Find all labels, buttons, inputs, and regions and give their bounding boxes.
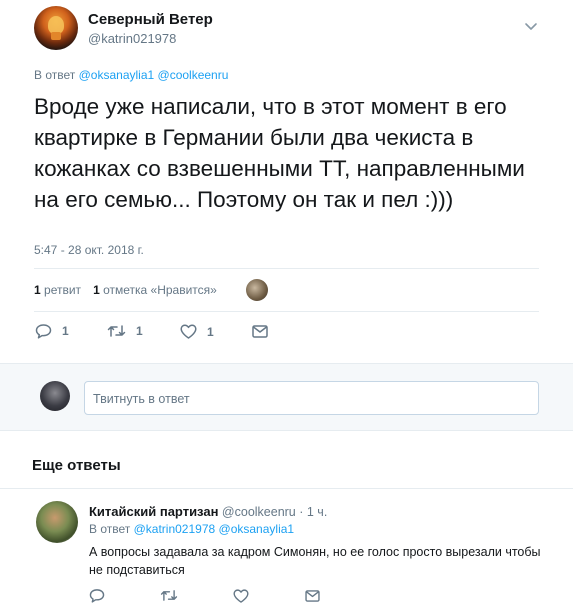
mention-link[interactable]: @oksanaylia1 (79, 68, 155, 82)
retweet-stat-label: ретвит (44, 283, 82, 297)
reply-context: В ответ @oksanaylia1 @coolkeenru (34, 68, 228, 82)
heart-icon (233, 589, 249, 603)
divider (34, 268, 539, 269)
divider (34, 311, 539, 312)
user-handle[interactable]: @katrin021978 (88, 31, 176, 46)
retweet-icon (107, 325, 126, 337)
reply-input[interactable]: Твитнуть в ответ (84, 381, 539, 415)
reply-time[interactable]: · 1 ч. (299, 505, 327, 519)
reply-compose-bar: Твитнуть в ответ (0, 363, 573, 431)
mention-link[interactable]: @coolkeenru (158, 68, 229, 82)
like-count: 1 (207, 324, 214, 339)
retweet-icon (160, 590, 178, 601)
reply-prefix: В ответ (34, 68, 76, 82)
envelope-icon (252, 325, 268, 338)
reply-user-name[interactable]: Китайский партизан (89, 504, 218, 519)
like-stat[interactable]: 1 отметка «Нравится» (93, 283, 217, 297)
reply-icon (35, 324, 52, 339)
mention-link[interactable]: @katrin021978 (134, 522, 216, 536)
heart-icon (180, 324, 197, 339)
reply-count: 1 (62, 324, 69, 338)
tweet-text: Вроде уже написали, что в этот момент в … (34, 94, 525, 212)
main-tweet: Северный Ветер @katrin021978 В ответ @ok… (0, 0, 573, 362)
retweet-stat[interactable]: 1 ретвит (34, 283, 81, 297)
liker-avatar[interactable] (246, 279, 268, 301)
reply-text: А вопросы задавала за кадром Симонян, но… (89, 545, 541, 577)
user-name[interactable]: Северный Ветер (88, 11, 213, 28)
reply-button[interactable]: 1 (35, 323, 69, 339)
tweet-timestamp[interactable]: 5:47 - 28 окт. 2018 г. (34, 243, 144, 257)
direct-message-button[interactable] (252, 325, 268, 338)
mention-link[interactable]: @oksanaylia1 (219, 522, 295, 536)
like-button[interactable]: 1 (180, 324, 214, 339)
reply-user-avatar[interactable] (36, 501, 78, 543)
retweet-stat-count: 1 (34, 283, 41, 297)
retweet-button[interactable]: 1 (107, 324, 143, 338)
reply-retweet-button[interactable] (160, 589, 178, 602)
envelope-icon (305, 590, 320, 602)
like-stat-label: отметка «Нравится» (103, 283, 217, 297)
reply-message-button[interactable] (305, 590, 320, 602)
reply-prefix: В ответ (89, 522, 131, 536)
reply-context: В ответ @katrin021978 @oksanaylia1 (89, 522, 294, 536)
more-replies-heading: Еще ответы (32, 457, 121, 474)
avatar-jaw-shape (51, 32, 61, 40)
reply-tweet[interactable]: Китайский партизан @coolkeenru · 1 ч. В … (0, 489, 573, 611)
chevron-down-icon[interactable] (524, 19, 538, 33)
tweet-stats: 1 ретвит 1 отметка «Нравится» (34, 283, 217, 297)
reply-like-button[interactable] (233, 589, 249, 603)
reply-reply-button[interactable] (89, 588, 105, 603)
reply-header: Китайский партизан @coolkeenru · 1 ч. (89, 504, 327, 519)
retweet-count: 1 (136, 324, 143, 338)
user-avatar[interactable] (34, 6, 78, 50)
reply-user-handle[interactable]: @coolkeenru (222, 505, 296, 519)
reply-icon (89, 589, 105, 603)
like-stat-count: 1 (93, 283, 100, 297)
current-user-avatar (40, 381, 70, 411)
